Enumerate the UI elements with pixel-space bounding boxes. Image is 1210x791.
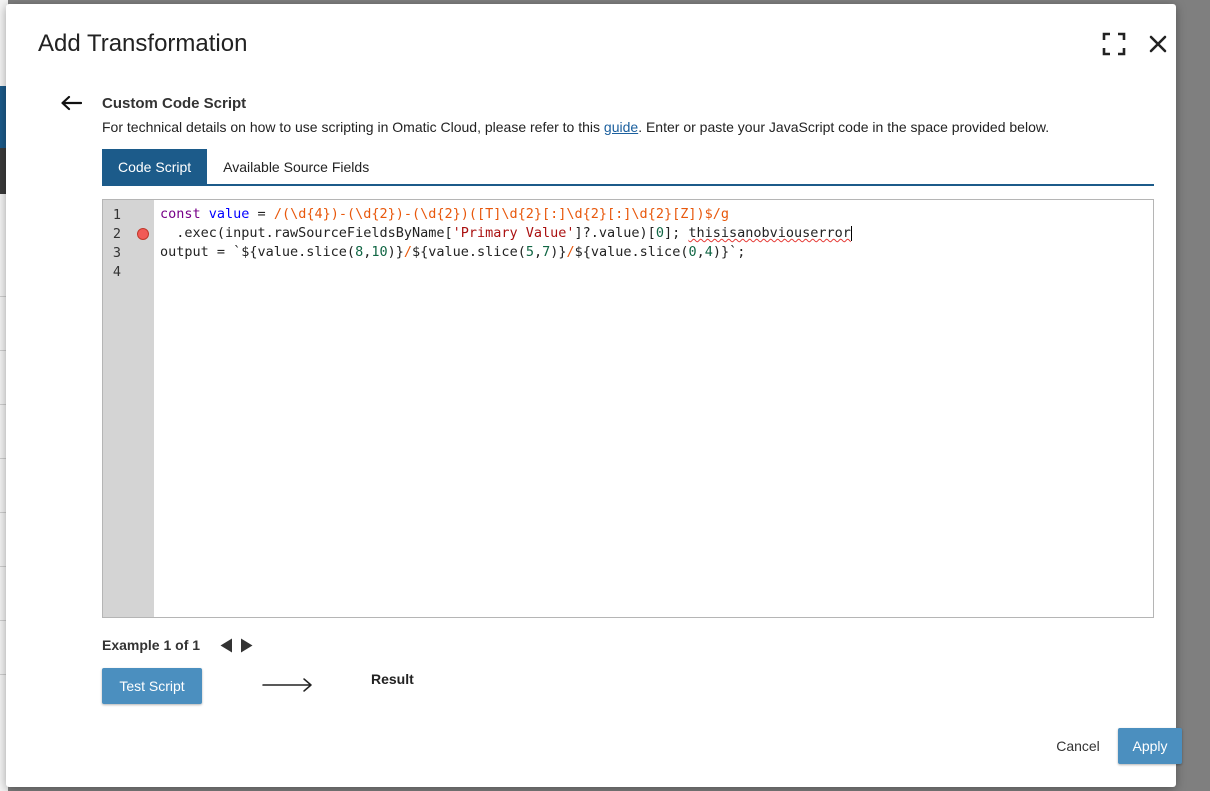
modal-title: Add Transformation	[38, 30, 248, 57]
code-token: ${value.slice(	[574, 244, 689, 260]
line-number: 3	[112, 244, 121, 261]
code-token: ,	[533, 244, 543, 260]
line-number: 4	[112, 263, 121, 280]
tab-bar: Code Script Available Source Fields	[102, 149, 1154, 186]
add-transformation-modal: Add Transformation Custom Code Script Fo…	[6, 4, 1182, 787]
gutter-row: 2	[103, 224, 154, 243]
code-error-token: thisisanobviouserror	[688, 225, 851, 241]
code-number: 5	[525, 244, 534, 260]
tab-code-script[interactable]: Code Script	[102, 149, 208, 184]
code-number: 4	[704, 244, 713, 260]
code-string: 'Primary Value'	[452, 225, 575, 241]
code-area[interactable]: const value = /(\d{4})-(\d{2})-(\d{2})([…	[154, 200, 1153, 617]
triangle-right-icon[interactable]	[239, 637, 253, 653]
code-token: )}	[550, 244, 567, 260]
code-token: ];	[663, 225, 689, 241]
code-string-part: /	[566, 244, 575, 260]
example-counter: Example 1 of 1	[102, 637, 201, 653]
code-variable: value	[208, 206, 250, 222]
code-line-1: const value = /(\d{4})-(\d{2})-(\d{2})([…	[160, 205, 729, 224]
code-number: 10	[371, 244, 388, 260]
tab-available-source-fields[interactable]: Available Source Fields	[207, 149, 385, 184]
long-arrow-right-icon	[262, 675, 314, 695]
triangle-left-icon[interactable]	[219, 637, 233, 653]
code-token: .exec(input.rawSourceFieldsByName[	[160, 225, 453, 241]
code-token: =	[249, 206, 274, 222]
line-number: 1	[112, 206, 121, 223]
code-editor[interactable]: 1 2 3 4 const value = /(\d{4})-(\d{2})-(…	[102, 199, 1154, 618]
code-token: ]?.value)[	[574, 225, 656, 241]
line-number: 2	[112, 225, 121, 242]
section-description: For technical details on how to use scri…	[102, 119, 1049, 135]
guide-link[interactable]: guide	[604, 119, 638, 135]
close-icon[interactable]	[1144, 30, 1172, 58]
code-regex: /(\d{4})-(\d{2})-(\d{2})([T]\d{2}[:]\d{2…	[273, 206, 729, 222]
apply-button[interactable]: Apply	[1118, 728, 1182, 764]
code-number: 0	[688, 244, 697, 260]
cancel-button[interactable]: Cancel	[1048, 732, 1108, 760]
fullscreen-icon[interactable]	[1100, 30, 1128, 58]
error-dot-icon[interactable]	[137, 228, 149, 240]
code-token: )}	[387, 244, 404, 260]
gutter-row: 3	[103, 243, 154, 262]
code-token: )}`;	[712, 244, 746, 260]
code-string-part: /	[403, 244, 413, 260]
gutter-row: 4	[103, 262, 154, 281]
code-keyword: const	[160, 206, 201, 222]
code-number: 8	[355, 244, 364, 260]
result-label: Result	[371, 671, 414, 687]
editor-gutter: 1 2 3 4	[103, 200, 154, 617]
description-text: . Enter or paste your JavaScript code in…	[638, 119, 1050, 135]
code-token: ${value.slice(	[412, 244, 526, 260]
arrow-left-icon[interactable]	[58, 92, 84, 114]
code-token: output = `${value.slice(	[160, 244, 356, 260]
description-text: For technical details on how to use scri…	[102, 119, 604, 135]
section-title: Custom Code Script	[102, 95, 247, 112]
gutter-row: 1	[103, 205, 154, 224]
code-line-3: output = `${value.slice(8,10)}/${value.s…	[160, 243, 745, 262]
code-line-2: .exec(input.rawSourceFieldsByName['Prima…	[160, 224, 852, 243]
test-script-button[interactable]: Test Script	[102, 668, 202, 704]
text-cursor	[850, 225, 852, 241]
code-number: 0	[655, 225, 664, 241]
code-token: ,	[696, 244, 705, 260]
